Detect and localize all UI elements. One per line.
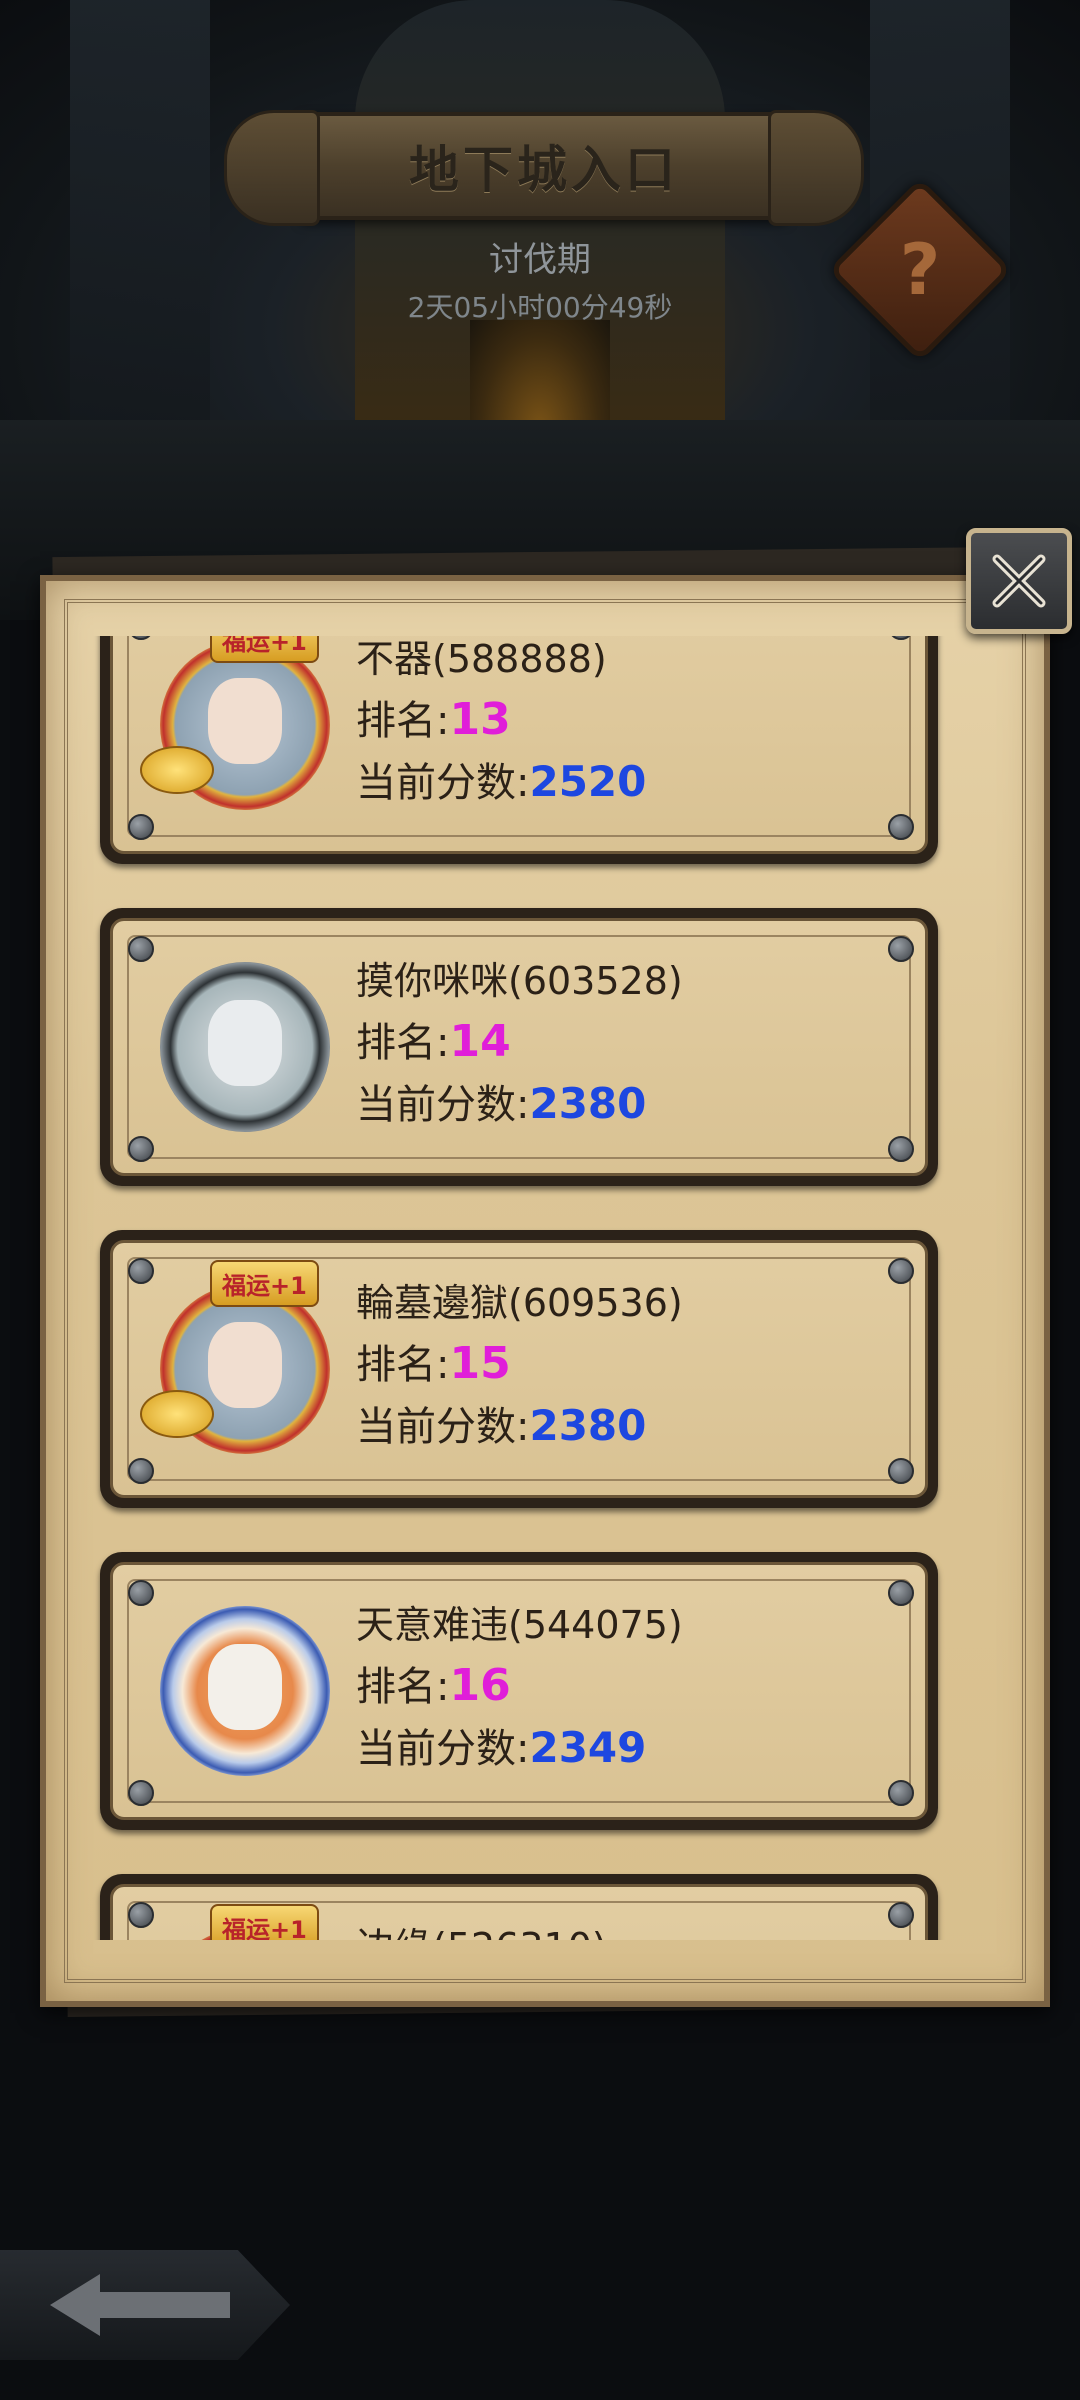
player-name: 輪墓邊獄(609536) (356, 1281, 683, 1325)
luck-badge: 福运+1 (210, 1904, 319, 1940)
question-mark-icon: ? (899, 229, 941, 311)
luck-badge: 福运+1 (210, 1260, 319, 1307)
close-button[interactable] (966, 528, 1072, 634)
rivet-icon (128, 1136, 154, 1162)
rank-value: 13 (449, 694, 511, 745)
score-line: 当前分数:2380 (356, 1394, 646, 1452)
luck-badge: 福运+1 (210, 636, 319, 663)
score-value: 2380 (529, 1401, 647, 1450)
rivet-icon (888, 1780, 914, 1806)
gold-ingot-icon (140, 1390, 214, 1438)
rivet-icon (128, 1902, 154, 1928)
player-name: 摸你咪咪(603528) (356, 959, 683, 1003)
score-line: 当前分数:2380 (356, 1072, 646, 1130)
rivet-icon (128, 1580, 154, 1606)
rivet-icon (888, 1136, 914, 1162)
rank-value: 14 (449, 1016, 511, 1067)
score-line: 当前分数:2349 (356, 1716, 646, 1774)
banner-scroll-left (224, 110, 320, 226)
rank-line: 排名:14 (356, 1010, 511, 1068)
score-value: 2349 (529, 1723, 647, 1772)
score-value: 2380 (529, 1079, 647, 1128)
rivet-icon (128, 1258, 154, 1284)
rank-line: 排名:13 (356, 688, 511, 746)
rivet-icon (888, 1902, 914, 1928)
player-name: 天意难违(544075) (356, 1603, 683, 1647)
rank-value: 16 (449, 1660, 511, 1711)
rivet-icon (888, 814, 914, 840)
score-label: 当前分数: (356, 760, 530, 806)
score-label: 当前分数: (356, 1404, 530, 1450)
avatar-face (208, 1644, 282, 1730)
rank-line: 排名:15 (356, 1332, 511, 1390)
dungeon-door (470, 320, 610, 430)
ranking-list[interactable]: 福运+1 不器(588888) 排名:13 当前分数:2520 摸你咪咪(603528)… (60, 636, 990, 1940)
avatar-face (208, 678, 282, 764)
avatar-face (208, 1322, 282, 1408)
rank-label: 排名: (356, 1020, 450, 1066)
ranking-card[interactable]: 天意难违(544075) 排名:16 当前分数:2349 (100, 1552, 938, 1830)
rivet-icon (888, 1580, 914, 1606)
player-name: 边缘(526310) (356, 1916, 607, 1940)
rivet-icon (128, 814, 154, 840)
rank-line: 排名:16 (356, 1654, 511, 1712)
page-title: 地下城入口 (409, 141, 679, 199)
banner-scroll-right (768, 110, 864, 226)
crossed-swords-close-icon (992, 554, 1046, 608)
ranking-card[interactable]: 摸你咪咪(603528) 排名:14 当前分数:2380 (100, 908, 938, 1186)
avatar-face (208, 1000, 282, 1086)
rank-label: 排名: (356, 1342, 450, 1388)
ranking-card[interactable]: 福运+1 不器(588888) 排名:13 当前分数:2520 (100, 636, 938, 864)
player-avatar[interactable] (160, 1606, 330, 1776)
score-value: 2520 (529, 757, 647, 806)
rivet-icon (888, 936, 914, 962)
ranking-card[interactable]: 福运+1 輪墓邊獄(609536) 排名:15 当前分数:2380 (100, 1230, 938, 1508)
rivet-icon (888, 1258, 914, 1284)
rivet-icon (128, 936, 154, 962)
rivet-icon (128, 1780, 154, 1806)
rivet-icon (888, 1458, 914, 1484)
back-arrow-icon (50, 2274, 230, 2336)
player-avatar[interactable] (160, 962, 330, 1132)
rank-label: 排名: (356, 1664, 450, 1710)
score-label: 当前分数: (356, 1726, 530, 1772)
rank-value: 15 (449, 1338, 511, 1389)
rivet-icon (128, 1458, 154, 1484)
title-banner: 地下城入口 (224, 110, 864, 226)
back-button[interactable] (0, 2250, 290, 2360)
ranking-card[interactable]: 福运+1 边缘(526310) (100, 1874, 938, 1940)
rank-label: 排名: (356, 698, 450, 744)
player-name: 不器(588888) (356, 637, 607, 681)
gold-ingot-icon (140, 746, 214, 794)
score-label: 当前分数: (356, 1082, 530, 1128)
score-line: 当前分数:2520 (356, 750, 646, 808)
